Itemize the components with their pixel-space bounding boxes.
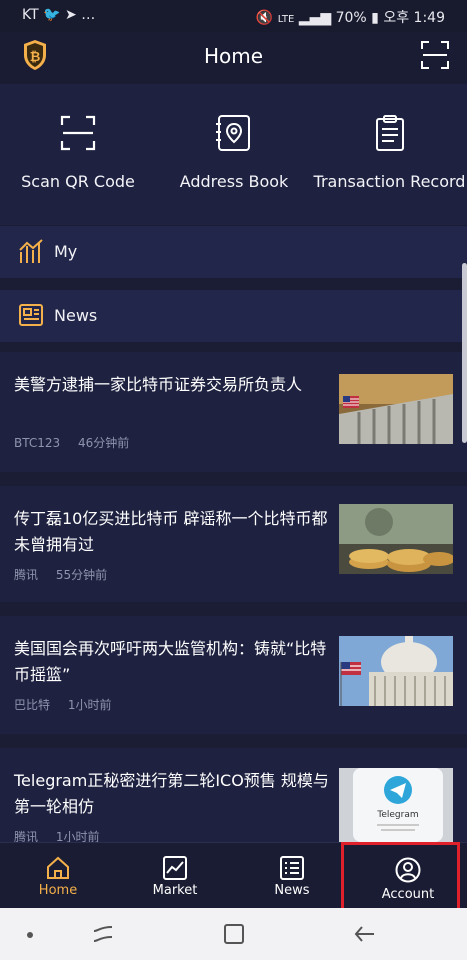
more-icon: … — [81, 7, 96, 23]
scan-qr-label: Scan QR Code — [21, 172, 135, 191]
signal-icon: ▂▄▆ — [298, 10, 332, 26]
carrier-label: KT — [22, 7, 39, 23]
scan-icon[interactable] — [420, 40, 450, 70]
app-header: ₿ Home — [0, 32, 467, 84]
quick-actions: Scan QR Code Address Book Transaction Re… — [0, 84, 467, 225]
news-thumbnail — [339, 636, 453, 706]
address-book-label: Address Book — [179, 172, 289, 191]
news-time: 1小时前 — [67, 698, 112, 712]
battery-icon: ▮ — [371, 10, 379, 26]
news-item[interactable]: 美警方逮捕一家比特币证券交易所负责人 BTC123 46分钟前 — [0, 352, 467, 472]
clipboard-icon — [375, 115, 404, 151]
telegram-icon: ➤ — [65, 7, 77, 23]
tab-market-label: Market — [152, 883, 198, 898]
mute-icon: 🔇 — [255, 10, 274, 26]
news-title: 美国国会再次呼吁两大监管机构：铸就“比特币摇篮” — [14, 639, 327, 684]
my-section-label: My — [54, 242, 78, 261]
time-prefix: 오후 — [383, 10, 410, 26]
news-section-label: News — [54, 306, 98, 325]
network-label: LTE — [277, 14, 295, 25]
chart-icon — [163, 856, 187, 880]
address-book-icon — [216, 115, 250, 151]
battery-label: 70% — [335, 10, 367, 26]
news-thumbnail — [339, 374, 453, 444]
home-icon — [47, 856, 69, 879]
tab-home[interactable]: Home — [0, 843, 116, 909]
my-section-header[interactable]: My — [0, 226, 467, 278]
page-title: Home — [203, 44, 264, 68]
telegram-thumb-text: Telegram — [376, 810, 418, 820]
system-nav-bar — [0, 908, 467, 960]
list-icon — [280, 856, 304, 880]
tab-news-label: News — [274, 883, 310, 898]
recent-apps-icon[interactable] — [90, 922, 116, 946]
tab-home-label: Home — [38, 883, 78, 898]
newspaper-icon — [19, 304, 43, 326]
status-bar: KT 🐦 ➤ … 🔇 LTE ▂▄▆ 70% ▮ 오후 1:49 — [0, 0, 467, 32]
news-item[interactable]: Telegram正秘密进行第二轮ICO预售 规模与第一轮相仿 腾讯 1小时前 T… — [0, 748, 467, 844]
news-item[interactable]: 传丁磊10亿买进比特币 辟谣称一个比特币都未曾拥有过 腾讯 55分钟前 — [0, 486, 467, 602]
news-item[interactable]: 美国国会再次呼吁两大监管机构：铸就“比特币摇篮” 巴比特 1小时前 — [0, 616, 467, 734]
back-icon[interactable] — [352, 922, 378, 946]
twitter-icon: 🐦 — [43, 7, 61, 23]
home-nav-icon[interactable] — [222, 922, 246, 946]
news-section-header[interactable]: News — [0, 290, 467, 342]
news-title: 传丁磊10亿买进比特币 辟谣称一个比特币都未曾拥有过 — [14, 509, 328, 554]
news-source: BTC123 — [14, 436, 61, 450]
scrollbar[interactable] — [462, 263, 467, 443]
scan-icon — [60, 115, 96, 151]
news-title: 美警方逮捕一家比特币证券交易所负责人 — [14, 375, 303, 394]
news-thumbnail — [339, 504, 453, 574]
news-source: 巴比特 — [14, 698, 51, 712]
address-book-button[interactable]: Address Book — [156, 84, 312, 225]
dot-icon[interactable] — [25, 930, 35, 940]
news-thumbnail: Telegram — [339, 768, 453, 842]
news-time: 55分钟前 — [55, 568, 108, 582]
news-title: Telegram正秘密进行第二轮ICO预售 规模与第一轮相仿 — [14, 771, 329, 816]
time-label: 1:49 — [413, 10, 445, 26]
tab-news[interactable]: News — [234, 843, 350, 909]
bar-chart-icon — [19, 239, 43, 263]
news-time: 46分钟前 — [77, 436, 130, 450]
scan-qr-button[interactable]: Scan QR Code — [0, 84, 156, 225]
transaction-record-label: Transaction Record — [313, 172, 466, 191]
transaction-record-button[interactable]: Transaction Record — [312, 84, 467, 225]
account-highlight-box — [341, 842, 460, 913]
news-source: 腾讯 — [14, 568, 39, 582]
tab-market[interactable]: Market — [117, 843, 233, 909]
